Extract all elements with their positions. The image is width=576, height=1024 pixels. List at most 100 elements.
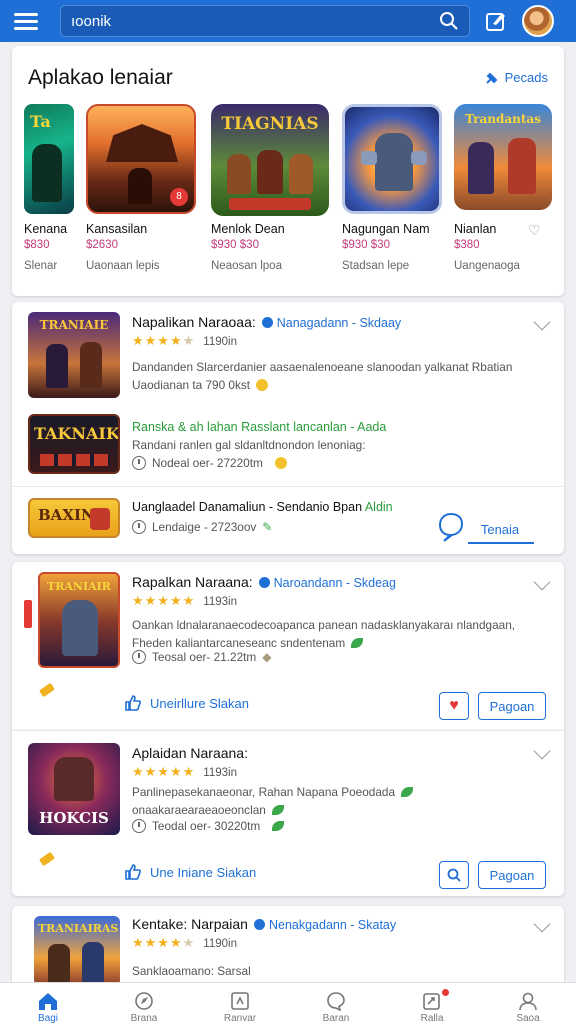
user-avatar[interactable] bbox=[522, 5, 554, 37]
bookmark-icon bbox=[24, 600, 32, 628]
nav-item-chat[interactable]: Baran bbox=[288, 983, 384, 1024]
tile-name: Nagungan Nam bbox=[342, 222, 430, 236]
nav-label: Baran bbox=[322, 1013, 350, 1024]
app-thumbnail[interactable]: TRANIAIRAS bbox=[34, 916, 120, 986]
divider bbox=[12, 486, 564, 487]
app-thumbnail[interactable]: TRANIAIE bbox=[28, 312, 120, 398]
nav-item-home[interactable]: Bagi bbox=[0, 983, 96, 1024]
developer-name: Naroandann - Skdeag bbox=[273, 576, 396, 590]
tile-subtitle: Uangenaoga bbox=[454, 260, 520, 272]
developer-link[interactable]: Naroandann - Skdeag bbox=[258, 576, 396, 590]
nav-item-charts[interactable]: Ranvar bbox=[192, 983, 288, 1024]
search-button[interactable] bbox=[439, 861, 469, 889]
comment-icon[interactable] bbox=[438, 512, 464, 547]
app-thumbnail[interactable]: TAKNAIK bbox=[28, 414, 120, 474]
developer-link[interactable]: Nanagadann - Skdaay bbox=[261, 316, 402, 330]
developer-name: Nenakgadann - Skatay bbox=[268, 918, 397, 932]
app-title[interactable]: Aplaidan Naraana: bbox=[132, 745, 248, 761]
featured-tile[interactable]: Nagungan Nam $930 $30 Stadsan lepe bbox=[342, 104, 442, 272]
featured-title: Aplakao lenaiar bbox=[28, 66, 173, 89]
favorite-button[interactable]: ♥ bbox=[439, 692, 469, 720]
nav-label: Ranvar bbox=[223, 1013, 257, 1024]
verified-icon bbox=[261, 317, 273, 328]
emoji-icon bbox=[274, 457, 287, 469]
app-list-card: TRANIAIRAS Kentake: Narpaian Nenakgadann … bbox=[12, 906, 564, 986]
app-title-row[interactable]: Rapalkan Naraana: Naroandann - Skdeag bbox=[132, 574, 396, 590]
pin-icon bbox=[38, 851, 56, 867]
app-subtitle[interactable]: Ranska & ah lahan Rasslant lancanlan - A… bbox=[132, 420, 386, 434]
notification-badge bbox=[442, 989, 449, 996]
nav-item-explore[interactable]: Brana bbox=[96, 983, 192, 1024]
featured-see-more-link[interactable]: Pecads bbox=[485, 70, 548, 85]
featured-tile[interactable]: TIAGNIAS Menlok Dean $930 $30 Neaosan lp… bbox=[211, 104, 329, 272]
app-list-card: TRANIAIR Rapalkan Naraana: Naroandann - S… bbox=[12, 562, 564, 730]
chart-icon bbox=[231, 992, 249, 1010]
rating-stars: ★★★★★ 1190in bbox=[132, 333, 237, 348]
pagoan-button[interactable]: Pagoan bbox=[478, 692, 546, 720]
developer-name: Nanagadann - Skdaay bbox=[276, 316, 402, 330]
tile-name: Menlok Dean bbox=[211, 222, 285, 236]
tile-name: Kansasilan bbox=[86, 222, 148, 236]
pagoan-button[interactable]: Pagoan bbox=[478, 861, 546, 889]
app-title: Kentake: Narpaian bbox=[132, 916, 248, 932]
leaf-icon bbox=[401, 787, 414, 797]
nav-label: Brana bbox=[130, 1013, 158, 1024]
emoji-icon bbox=[256, 379, 269, 391]
heart-icon[interactable]: ♡ bbox=[528, 222, 541, 239]
notifications-icon bbox=[423, 993, 440, 1010]
chevron-down-icon[interactable] bbox=[533, 915, 551, 933]
chevron-down-icon[interactable] bbox=[533, 742, 551, 760]
tenaia-button[interactable]: Tenaia bbox=[468, 516, 532, 542]
pin-icon bbox=[38, 682, 56, 698]
chevron-down-icon[interactable] bbox=[533, 573, 551, 591]
game-art: 8 bbox=[86, 104, 196, 214]
chat-icon bbox=[327, 992, 345, 1011]
featured-tile[interactable]: Ta Kenana $830 Slenar bbox=[24, 104, 74, 272]
app-tag: Aldin bbox=[364, 500, 393, 514]
app-title-row[interactable]: Napalikan Naraoaa: Nanagadann - Skdaay bbox=[132, 314, 401, 330]
developer-link[interactable]: Nenakgadann - Skatay bbox=[253, 918, 397, 932]
clock-icon bbox=[132, 650, 146, 664]
search-input[interactable] bbox=[71, 12, 439, 30]
app-title-row[interactable]: Kentake: Narpaian Nenakgadann - Skatay bbox=[132, 916, 396, 932]
action-link[interactable]: Une Iniane Siakan bbox=[124, 863, 256, 881]
bottom-navigation: Bagi Brana Ranvar Baran Ralla Saoa bbox=[0, 982, 576, 1024]
app-meta: Teosal oer- 21.22tm ◆ bbox=[132, 650, 271, 664]
edit-icon[interactable] bbox=[482, 7, 510, 35]
app-thumbnail[interactable]: HOKCIS bbox=[28, 743, 120, 835]
clock-icon bbox=[132, 819, 146, 833]
profile-icon bbox=[519, 992, 537, 1011]
heart-icon: ♥ bbox=[449, 697, 459, 714]
search-icon[interactable] bbox=[439, 11, 459, 31]
rating-count: 1190in bbox=[203, 336, 237, 348]
app-title-row[interactable]: Uanglaadel Danamaliun - Sendanio Bpan Al… bbox=[132, 500, 393, 514]
tile-price: $830 bbox=[24, 239, 50, 251]
rating-count: 1190in bbox=[203, 938, 237, 950]
action-link[interactable]: Uneirllure Slakan bbox=[124, 694, 249, 712]
thumbs-up-icon bbox=[125, 864, 141, 880]
clock-icon bbox=[132, 520, 146, 534]
app-description: Oankan ldnalaranaecodecoapanca panean na… bbox=[132, 616, 515, 652]
search-bar[interactable] bbox=[60, 5, 470, 37]
app-title: Rapalkan Naraana: bbox=[132, 574, 253, 590]
description-line: onaakaraearaeaoeonclan bbox=[132, 801, 413, 819]
tile-price: $2630 bbox=[86, 239, 118, 251]
game-art: Trandantas bbox=[454, 104, 552, 210]
app-meta: Lendaige - 2723oov ✎ bbox=[132, 520, 272, 534]
nav-item-notifications[interactable]: Ralla bbox=[384, 983, 480, 1024]
app-meta: Teodal oer- 30220tm bbox=[132, 819, 285, 833]
nav-item-profile[interactable]: Saoa bbox=[480, 983, 576, 1024]
description-line: Panlinepasekanaeonar, Rahan Napana Poeod… bbox=[132, 783, 414, 801]
chevron-down-icon[interactable] bbox=[533, 313, 551, 331]
menu-icon[interactable] bbox=[12, 7, 40, 35]
description-line: Dandanden Slarcerdanier aasaenalenoeane … bbox=[132, 360, 513, 374]
app-thumbnail[interactable]: BAXIN bbox=[28, 498, 120, 538]
featured-tile[interactable]: Trandantas Nianlan ♡ $380 Uangenaoga bbox=[454, 104, 552, 272]
tile-subtitle: Uaonaan lepis bbox=[86, 260, 160, 272]
tag-icon: ◆ bbox=[262, 650, 272, 664]
app-description: Dandanden Slarcerdanier aasaenalenoeane … bbox=[132, 358, 512, 394]
tile-price: $930 $30 bbox=[342, 239, 390, 251]
top-bar bbox=[0, 0, 576, 42]
featured-tile[interactable]: 8 Kansasilan $2630 Uaonaan lepis bbox=[86, 104, 196, 272]
app-thumbnail[interactable]: TRANIAIR bbox=[38, 572, 120, 668]
